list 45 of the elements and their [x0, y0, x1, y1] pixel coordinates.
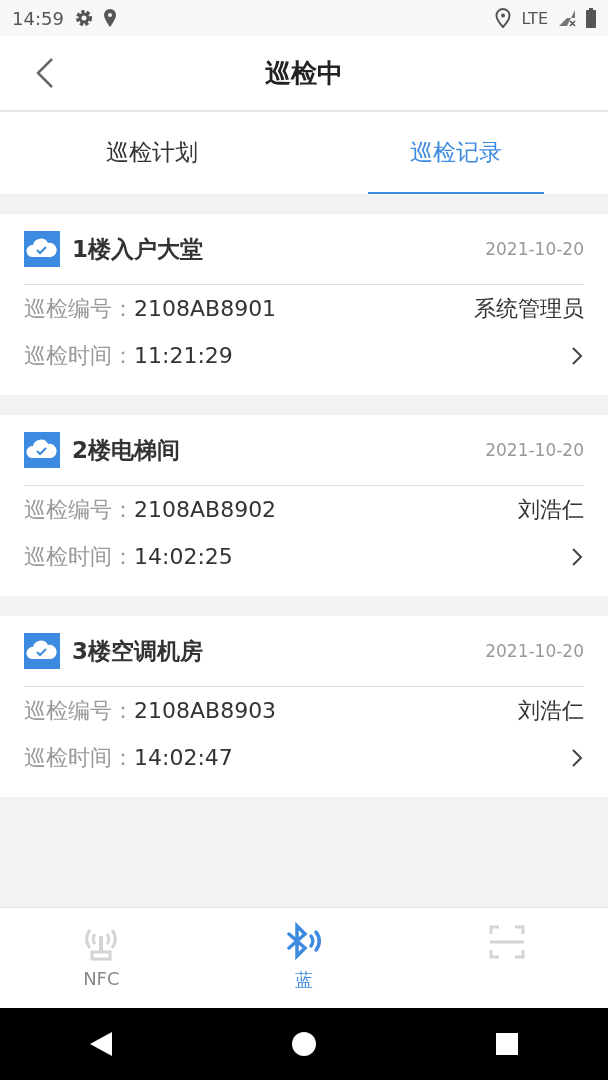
record-card[interactable]: 1楼入户大堂 2021-10-20 巡检编号：2108AB8901 系统管理员 巡检时间：11:21:29	[0, 214, 608, 395]
battery-icon	[586, 8, 596, 28]
location-name: 2楼电梯间	[72, 435, 181, 465]
chevron-right-icon	[570, 344, 584, 367]
field-label: 巡检编号：	[24, 696, 134, 725]
location-icon	[103, 9, 116, 27]
inspection-number: 2108AB8901	[134, 296, 278, 321]
back-icon[interactable]	[90, 1032, 112, 1056]
inspection-number: 2108AB8902	[134, 497, 278, 522]
screen-title: 巡检中	[265, 57, 343, 88]
signal-icon	[558, 9, 576, 27]
cloud-check-icon	[24, 633, 60, 669]
inspection-time: 11:21:29	[134, 343, 234, 368]
field-label: 巡检时间：	[24, 542, 134, 571]
network-type: LTE	[521, 8, 548, 28]
inspection-time: 14:02:47	[134, 745, 234, 770]
cloud-check-icon	[24, 432, 60, 468]
nav-tab[interactable]: NFC	[0, 908, 203, 1008]
location-name: 3楼空调机房	[72, 636, 204, 666]
tab[interactable]: 巡检记录	[368, 112, 544, 194]
record-card[interactable]: 3楼空调机房 2021-10-20 巡检编号：2108AB8903 刘浩仁 巡检时间：14:02:47	[0, 616, 608, 797]
field-label: 巡检编号：	[24, 495, 134, 524]
cloud-check-icon	[24, 231, 60, 267]
record-date: 2021-10-20	[485, 440, 584, 460]
inspector-name: 刘浩仁	[518, 696, 584, 725]
gear-icon	[73, 8, 94, 28]
bluetooth-icon	[284, 922, 324, 962]
field-label: 巡检编号：	[24, 294, 134, 323]
nav-tab[interactable]: 蓝	[202, 908, 406, 1008]
location-icon	[495, 8, 512, 28]
inspection-number: 2108AB8903	[134, 698, 278, 723]
inspector-name: 系统管理员	[474, 294, 584, 323]
location-name: 1楼入户大堂	[72, 234, 204, 264]
inspector-name: 刘浩仁	[518, 495, 584, 524]
home-icon[interactable]	[292, 1032, 316, 1056]
record-date: 2021-10-20	[485, 239, 584, 259]
field-label: 巡检时间：	[24, 341, 134, 370]
field-label: 巡检时间：	[24, 743, 134, 772]
status-time: 14:59	[12, 7, 64, 29]
tab[interactable]: 巡检计划	[64, 112, 240, 194]
chevron-right-icon	[570, 545, 584, 568]
record-card[interactable]: 2楼电梯间 2021-10-20 巡检编号：2108AB8902 刘浩仁 巡检时间：14:02:25	[0, 415, 608, 596]
record-date: 2021-10-20	[485, 641, 584, 661]
chevron-right-icon	[570, 746, 584, 769]
inspection-time: 14:02:25	[134, 544, 234, 569]
